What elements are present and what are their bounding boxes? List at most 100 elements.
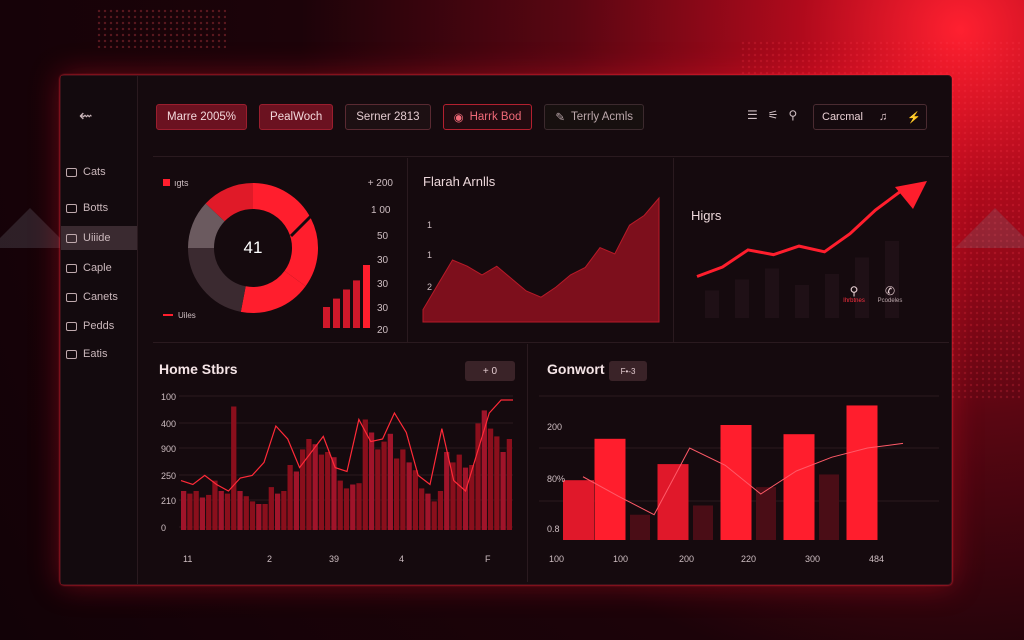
home-stats-bar — [431, 501, 437, 530]
donut-top-right-value: + 200 — [368, 178, 394, 189]
filter-button-3[interactable]: Serner 2813 — [345, 104, 431, 130]
home-stats-bar — [487, 428, 494, 530]
home-stats-bar — [256, 504, 262, 530]
sidebar-item-cats[interactable]: Cats — [61, 160, 137, 184]
filter-button-1[interactable]: Marre 2005% — [156, 104, 248, 130]
trend-action-2[interactable]: ✆ Pcodeles — [875, 284, 905, 304]
home-stats-bar — [249, 501, 256, 530]
home-stats-bar — [274, 493, 281, 530]
trend-bg-bar-6 — [885, 241, 899, 318]
filter-icon[interactable]: ⚟ — [768, 108, 779, 122]
trend-chart — [696, 181, 927, 318]
home-stats-bar — [312, 444, 318, 530]
legend-swatch-bottom — [163, 314, 173, 316]
sidebar-item-eatis[interactable]: Eatis — [61, 342, 137, 366]
grid-icon — [66, 233, 77, 243]
sidebar-item-label: Pedds — [83, 320, 115, 332]
home-stats-bar — [412, 470, 419, 530]
home-stats-bar — [425, 493, 431, 530]
eye-icon: ◉ — [453, 112, 464, 124]
search-icon: ⚲ — [849, 284, 859, 298]
home-stats-y-tick: 0 — [161, 523, 166, 533]
home-stats-bar — [456, 454, 462, 530]
convert-x-tick: 100 — [613, 554, 628, 564]
divider-top — [153, 156, 949, 157]
home-stats-y-tick: 250 — [161, 471, 176, 481]
sidebar-item-label: Uiiide — [83, 232, 111, 244]
sidebar-item-canets[interactable]: Canets — [61, 285, 137, 309]
home-stats-bar — [500, 452, 506, 530]
donut-segment-1 — [240, 270, 306, 313]
convert-bar — [783, 434, 815, 540]
sidebar-item-botts[interactable]: Botts — [61, 196, 137, 220]
home-stats-bar — [462, 467, 469, 530]
back-arrow-icon[interactable]: ⇜ — [79, 106, 92, 126]
topbar: Marre 2005% PealWoch Serner 2813 ◉ Harrk … — [156, 104, 645, 132]
mini-bar-4 — [363, 265, 370, 328]
home-stats-bar — [350, 484, 356, 530]
trend-bg-bar-4 — [825, 274, 839, 318]
filter-button-4-label: Harrk Bod — [469, 111, 522, 123]
pen-icon: ✎ — [555, 112, 566, 124]
account-button[interactable]: Carcmal ♫ ⚡ — [813, 104, 927, 130]
home-stats-bar — [262, 504, 268, 530]
donut-tick-0: 1 00 — [371, 205, 391, 216]
mini-bar-3 — [353, 280, 360, 328]
convert-bar — [630, 514, 650, 540]
home-stats-x-ticks: 11 2 39 4 F — [183, 554, 491, 564]
donut-panel: ıgts 41 Uiles + 200 1 00 50 30 30 30 20 — [153, 158, 407, 342]
trend-bg-bar-0 — [705, 290, 719, 318]
filter-button-2[interactable]: PealWoch — [259, 104, 334, 130]
convert-x-tick: 200 — [679, 554, 694, 564]
donut-segment-4 — [205, 183, 254, 222]
mini-bar-2 — [343, 289, 350, 328]
sidebar-item-label: Caple — [83, 262, 112, 274]
trend-bg-bar-2 — [765, 268, 779, 318]
home-stats-bar — [325, 452, 331, 530]
home-stats-bar — [287, 465, 293, 530]
home-stats-bar — [187, 493, 193, 530]
home-stats-bar — [368, 432, 375, 530]
legend-bottom-label: Uiles — [178, 311, 196, 320]
home-stats-bar — [494, 436, 500, 530]
home-stats-bar — [243, 496, 249, 530]
home-stats-x-tick: 4 — [399, 554, 404, 564]
donut-tick-3: 30 — [377, 279, 389, 290]
trend-bg-bar-3 — [795, 285, 809, 318]
convert-x-tick: 484 — [869, 554, 884, 564]
home-stats-bar — [199, 497, 206, 530]
convert-y-tick: 80% — [547, 474, 565, 484]
convert-x-tick: 300 — [805, 554, 820, 564]
area-series — [422, 196, 660, 323]
bolt-icon[interactable]: ⚡ — [899, 111, 929, 124]
sidebar-item-pedds[interactable]: Pedds — [61, 314, 137, 338]
convert-bar — [819, 474, 839, 540]
bg-dot-pattern-top — [96, 8, 226, 48]
sidebar-item-label: Botts — [83, 202, 109, 214]
sidebar-item-label: Eatis — [83, 348, 108, 360]
sidebar-item-caple[interactable]: Caple — [61, 256, 137, 280]
area-tick-2: 2 — [427, 282, 432, 292]
menu-icon[interactable]: ☰ — [747, 108, 758, 122]
donut-segment-2 — [188, 247, 247, 312]
search-icon[interactable]: ⚲ — [789, 108, 798, 122]
home-stats-bars — [181, 406, 512, 530]
filter-button-1-label: Marre 2005% — [167, 111, 237, 123]
home-stats-bar — [293, 471, 300, 530]
divider-middle — [153, 342, 949, 343]
folder-icon — [66, 321, 77, 331]
filter-button-5[interactable]: ✎ Terrly Acmls — [544, 104, 645, 130]
card-icon — [66, 263, 77, 273]
sidebar-item-uiiide[interactable]: Uiiide — [61, 226, 137, 250]
filter-button-4[interactable]: ◉ Harrk Bod — [442, 104, 533, 130]
home-stats-bar — [437, 491, 444, 530]
convert-bar — [657, 464, 689, 540]
filter-button-5-label: Terrly Acmls — [571, 111, 634, 123]
wallet-icon — [66, 203, 77, 213]
area-panel: Flarah Arnlls 1 1 2 — [409, 158, 673, 342]
area-chart: 1 1 2 — [422, 196, 660, 323]
bell-icon[interactable]: ♫ — [871, 111, 895, 123]
trend-action-1[interactable]: ⚲ Ihrbtnes — [841, 284, 867, 304]
convert-y-tick: 0.8 — [547, 524, 560, 534]
divider-v3 — [527, 344, 528, 582]
